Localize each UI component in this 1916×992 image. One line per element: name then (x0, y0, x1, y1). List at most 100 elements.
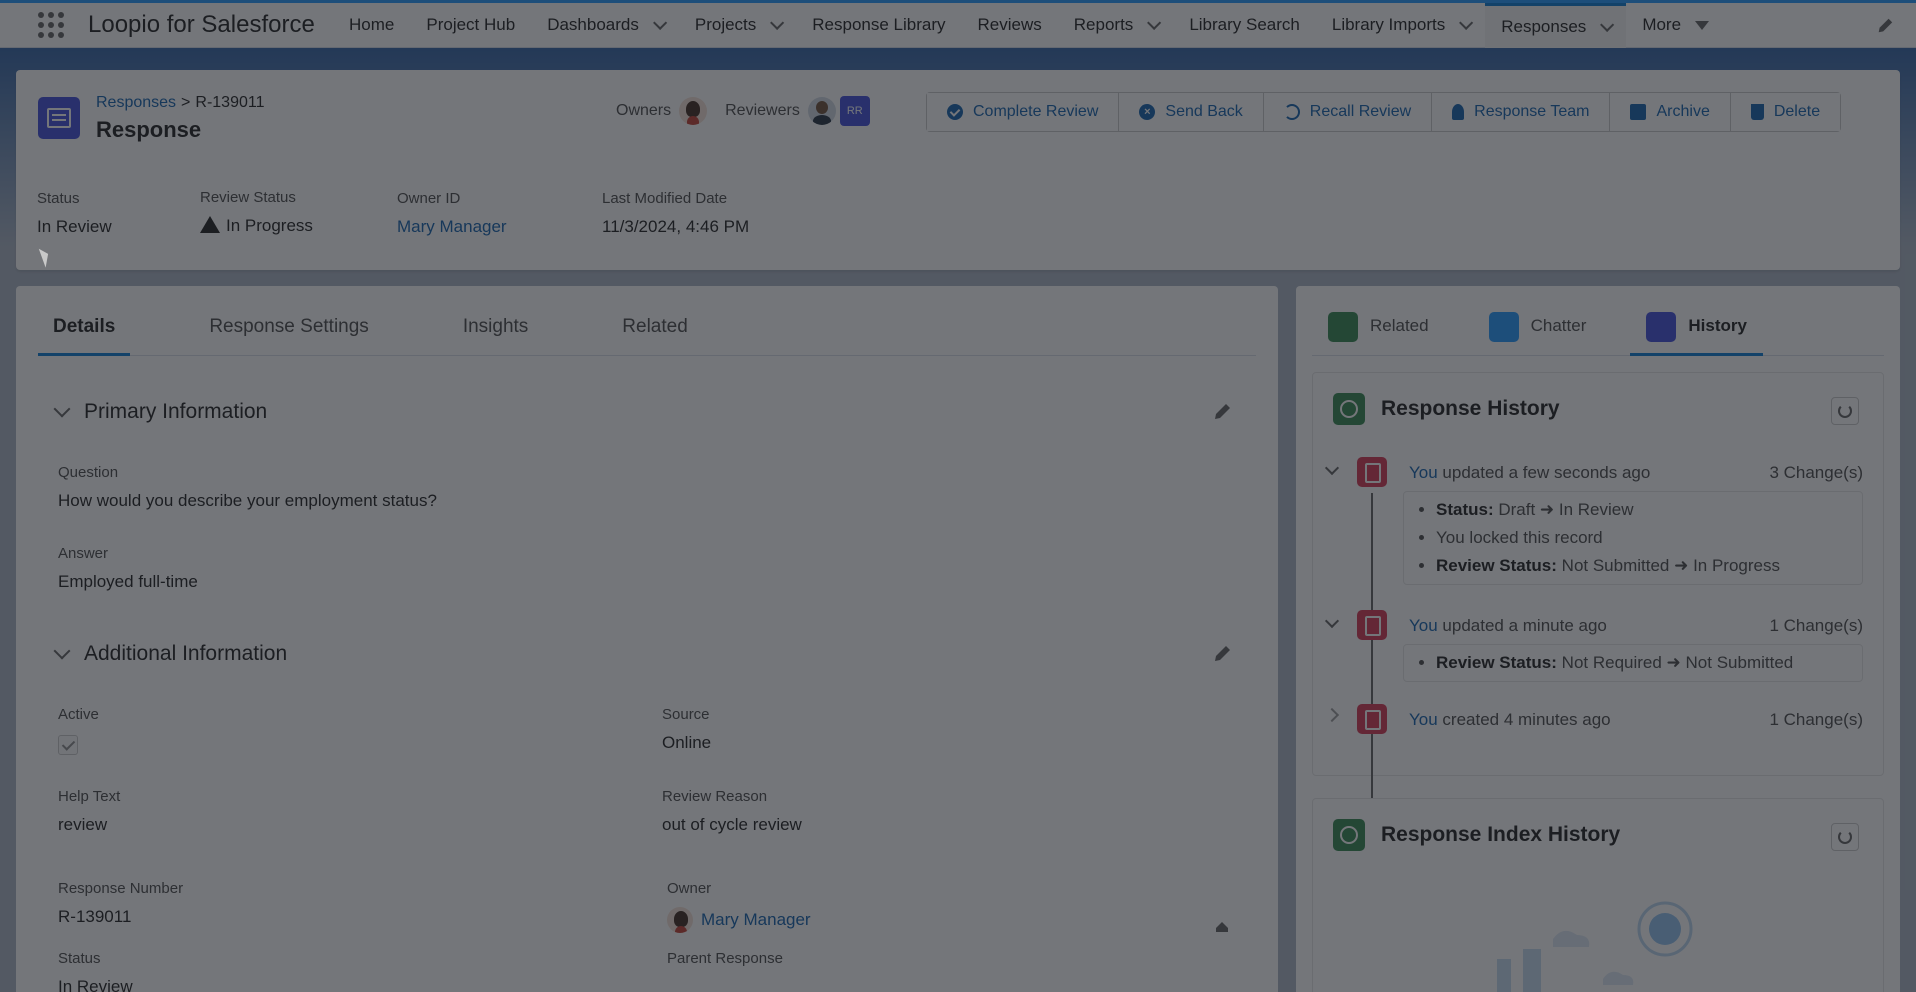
chatter-icon (1488, 312, 1519, 342)
reviewers-label: Reviewers (725, 102, 800, 119)
complete-review-button[interactable]: Complete Review (927, 93, 1120, 131)
warning-icon (200, 216, 220, 233)
chevron-down-icon[interactable] (770, 15, 785, 30)
card-title: Response Index History (1381, 823, 1621, 846)
field-value: review (58, 815, 108, 834)
archive-button[interactable]: Archive (1610, 93, 1731, 131)
owner-field: Owner Mary Manager (667, 880, 811, 933)
field-value: In Review (58, 977, 133, 992)
send-back-button[interactable]: × Send Back (1119, 93, 1264, 131)
details-panel: Details Response Settings Insights Relat… (16, 286, 1278, 992)
tab-related[interactable]: Related (607, 316, 703, 356)
app-name: Loopio for Salesforce (88, 11, 315, 38)
timeline-line (1371, 493, 1373, 813)
tab-history[interactable]: History (1630, 312, 1763, 356)
highlight-owner-id: Owner ID Mary Manager (397, 190, 507, 237)
close-circle-icon: × (1139, 104, 1156, 120)
reviewer-initials-avatar[interactable]: RR (839, 96, 870, 126)
field-label: Review Reason (662, 788, 768, 805)
response-team-button[interactable]: Response Team (1432, 93, 1611, 131)
undo-icon (1283, 104, 1300, 120)
history-details: Status: Draft ➜ In Review You locked thi… (1403, 491, 1863, 585)
change-count: 3 Change(s) (1769, 463, 1863, 482)
history-icon (1646, 312, 1677, 342)
expand-chevron-icon[interactable] (1324, 707, 1340, 723)
status-field: Status In Review (58, 950, 133, 992)
button-label: Send Back (1165, 103, 1243, 120)
delete-button[interactable]: Delete (1730, 93, 1841, 131)
reviewer-avatar[interactable] (807, 97, 836, 125)
nav-item-reports[interactable]: Reports (1058, 3, 1174, 48)
nav-item-responses[interactable]: Responses (1485, 2, 1627, 48)
edit-pencil-icon[interactable] (1212, 644, 1232, 664)
user-link[interactable]: You (1409, 616, 1438, 635)
tab-related-list[interactable]: Related (1312, 312, 1445, 356)
list-item: Review Status: Not Required ➜ Not Submit… (1436, 649, 1850, 677)
refresh-icon[interactable] (1831, 397, 1859, 425)
additional-information-section-toggle[interactable]: Additional Information (53, 642, 287, 666)
change-field: Status: (1436, 500, 1494, 519)
nav-item-library-search[interactable]: Library Search (1173, 3, 1316, 48)
archive-icon (1630, 104, 1647, 120)
change-owner-icon[interactable] (1212, 916, 1232, 936)
nav-item-response-library[interactable]: Response Library (796, 3, 961, 48)
chevron-down-icon (53, 400, 71, 418)
breadcrumb-current: R-139011 (195, 94, 265, 111)
nav-item-label: Dashboards (547, 15, 639, 34)
collapse-chevron-icon[interactable] (1324, 460, 1340, 476)
nav-item-label: Responses (1501, 16, 1587, 36)
nav-item-dashboards[interactable]: Dashboards (531, 3, 679, 48)
chevron-down-icon[interactable] (652, 15, 668, 30)
field-value: In Progress (226, 216, 313, 235)
field-label: Review Status (200, 189, 296, 206)
recall-review-button[interactable]: Recall Review (1263, 93, 1433, 131)
related-list-icon (1328, 312, 1358, 342)
response-number-field: Response Number R-139011 (58, 880, 183, 927)
tab-insights[interactable]: Insights (448, 316, 543, 356)
owner-avatar[interactable] (679, 97, 708, 125)
clipboard-icon (1357, 457, 1387, 487)
owner-link[interactable]: Mary Manager (701, 910, 811, 930)
user-link[interactable]: You (1409, 710, 1438, 729)
owner-avatar (667, 907, 693, 933)
history-entry-summary: You created 4 minutes ago (1409, 710, 1611, 730)
chevron-down-icon[interactable] (1147, 15, 1162, 30)
nav-item-project-hub[interactable]: Project Hub (410, 3, 531, 48)
history-clock-icon (1333, 393, 1365, 425)
nav-item-home[interactable]: Home (333, 3, 410, 48)
owner-link[interactable]: Mary Manager (397, 217, 507, 236)
nav-item-projects[interactable]: Projects (679, 3, 796, 48)
app-launcher-icon[interactable] (38, 10, 68, 40)
tab-details[interactable]: Details (38, 316, 131, 356)
collapse-chevron-icon[interactable] (1324, 613, 1340, 629)
chevron-down-icon[interactable] (1459, 15, 1474, 30)
nav-item-reviews[interactable]: Reviews (962, 3, 1058, 48)
edit-pencil-icon[interactable] (1212, 402, 1232, 422)
nav-item-more[interactable]: More (1626, 3, 1725, 48)
clipboard-icon (1357, 704, 1387, 734)
nav-item-label: Project Hub (426, 15, 516, 34)
change-field: Review Status: (1436, 556, 1557, 575)
field-value: out of cycle review (662, 815, 802, 834)
nav-item-library-imports[interactable]: Library Imports (1316, 3, 1485, 48)
nav-item-label: Reports (1073, 15, 1134, 34)
nav-item-label: More (1642, 15, 1682, 34)
change-count: 1 Change(s) (1769, 616, 1863, 635)
button-label: Delete (1773, 103, 1821, 120)
user-link[interactable]: You (1409, 463, 1438, 482)
empty-state-illustration (1497, 901, 1693, 992)
question-field: Question How would you describe your emp… (58, 464, 437, 511)
field-label: Status (58, 950, 101, 967)
field-value: 11/3/2024, 4:46 PM (602, 217, 750, 236)
response-object-icon (38, 97, 80, 139)
primary-information-section-toggle[interactable]: Primary Information (53, 400, 267, 424)
tab-response-settings[interactable]: Response Settings (194, 316, 384, 356)
field-label: Parent Response (667, 950, 783, 967)
chevron-down-icon[interactable] (1600, 17, 1615, 32)
history-action: updated a few seconds ago (1437, 463, 1651, 482)
edit-nav-icon[interactable] (1876, 17, 1894, 35)
tab-chatter[interactable]: Chatter (1473, 312, 1603, 356)
refresh-icon[interactable] (1831, 823, 1859, 851)
breadcrumb-responses-link[interactable]: Responses (96, 94, 176, 111)
change-field: Review Status: (1436, 653, 1557, 672)
